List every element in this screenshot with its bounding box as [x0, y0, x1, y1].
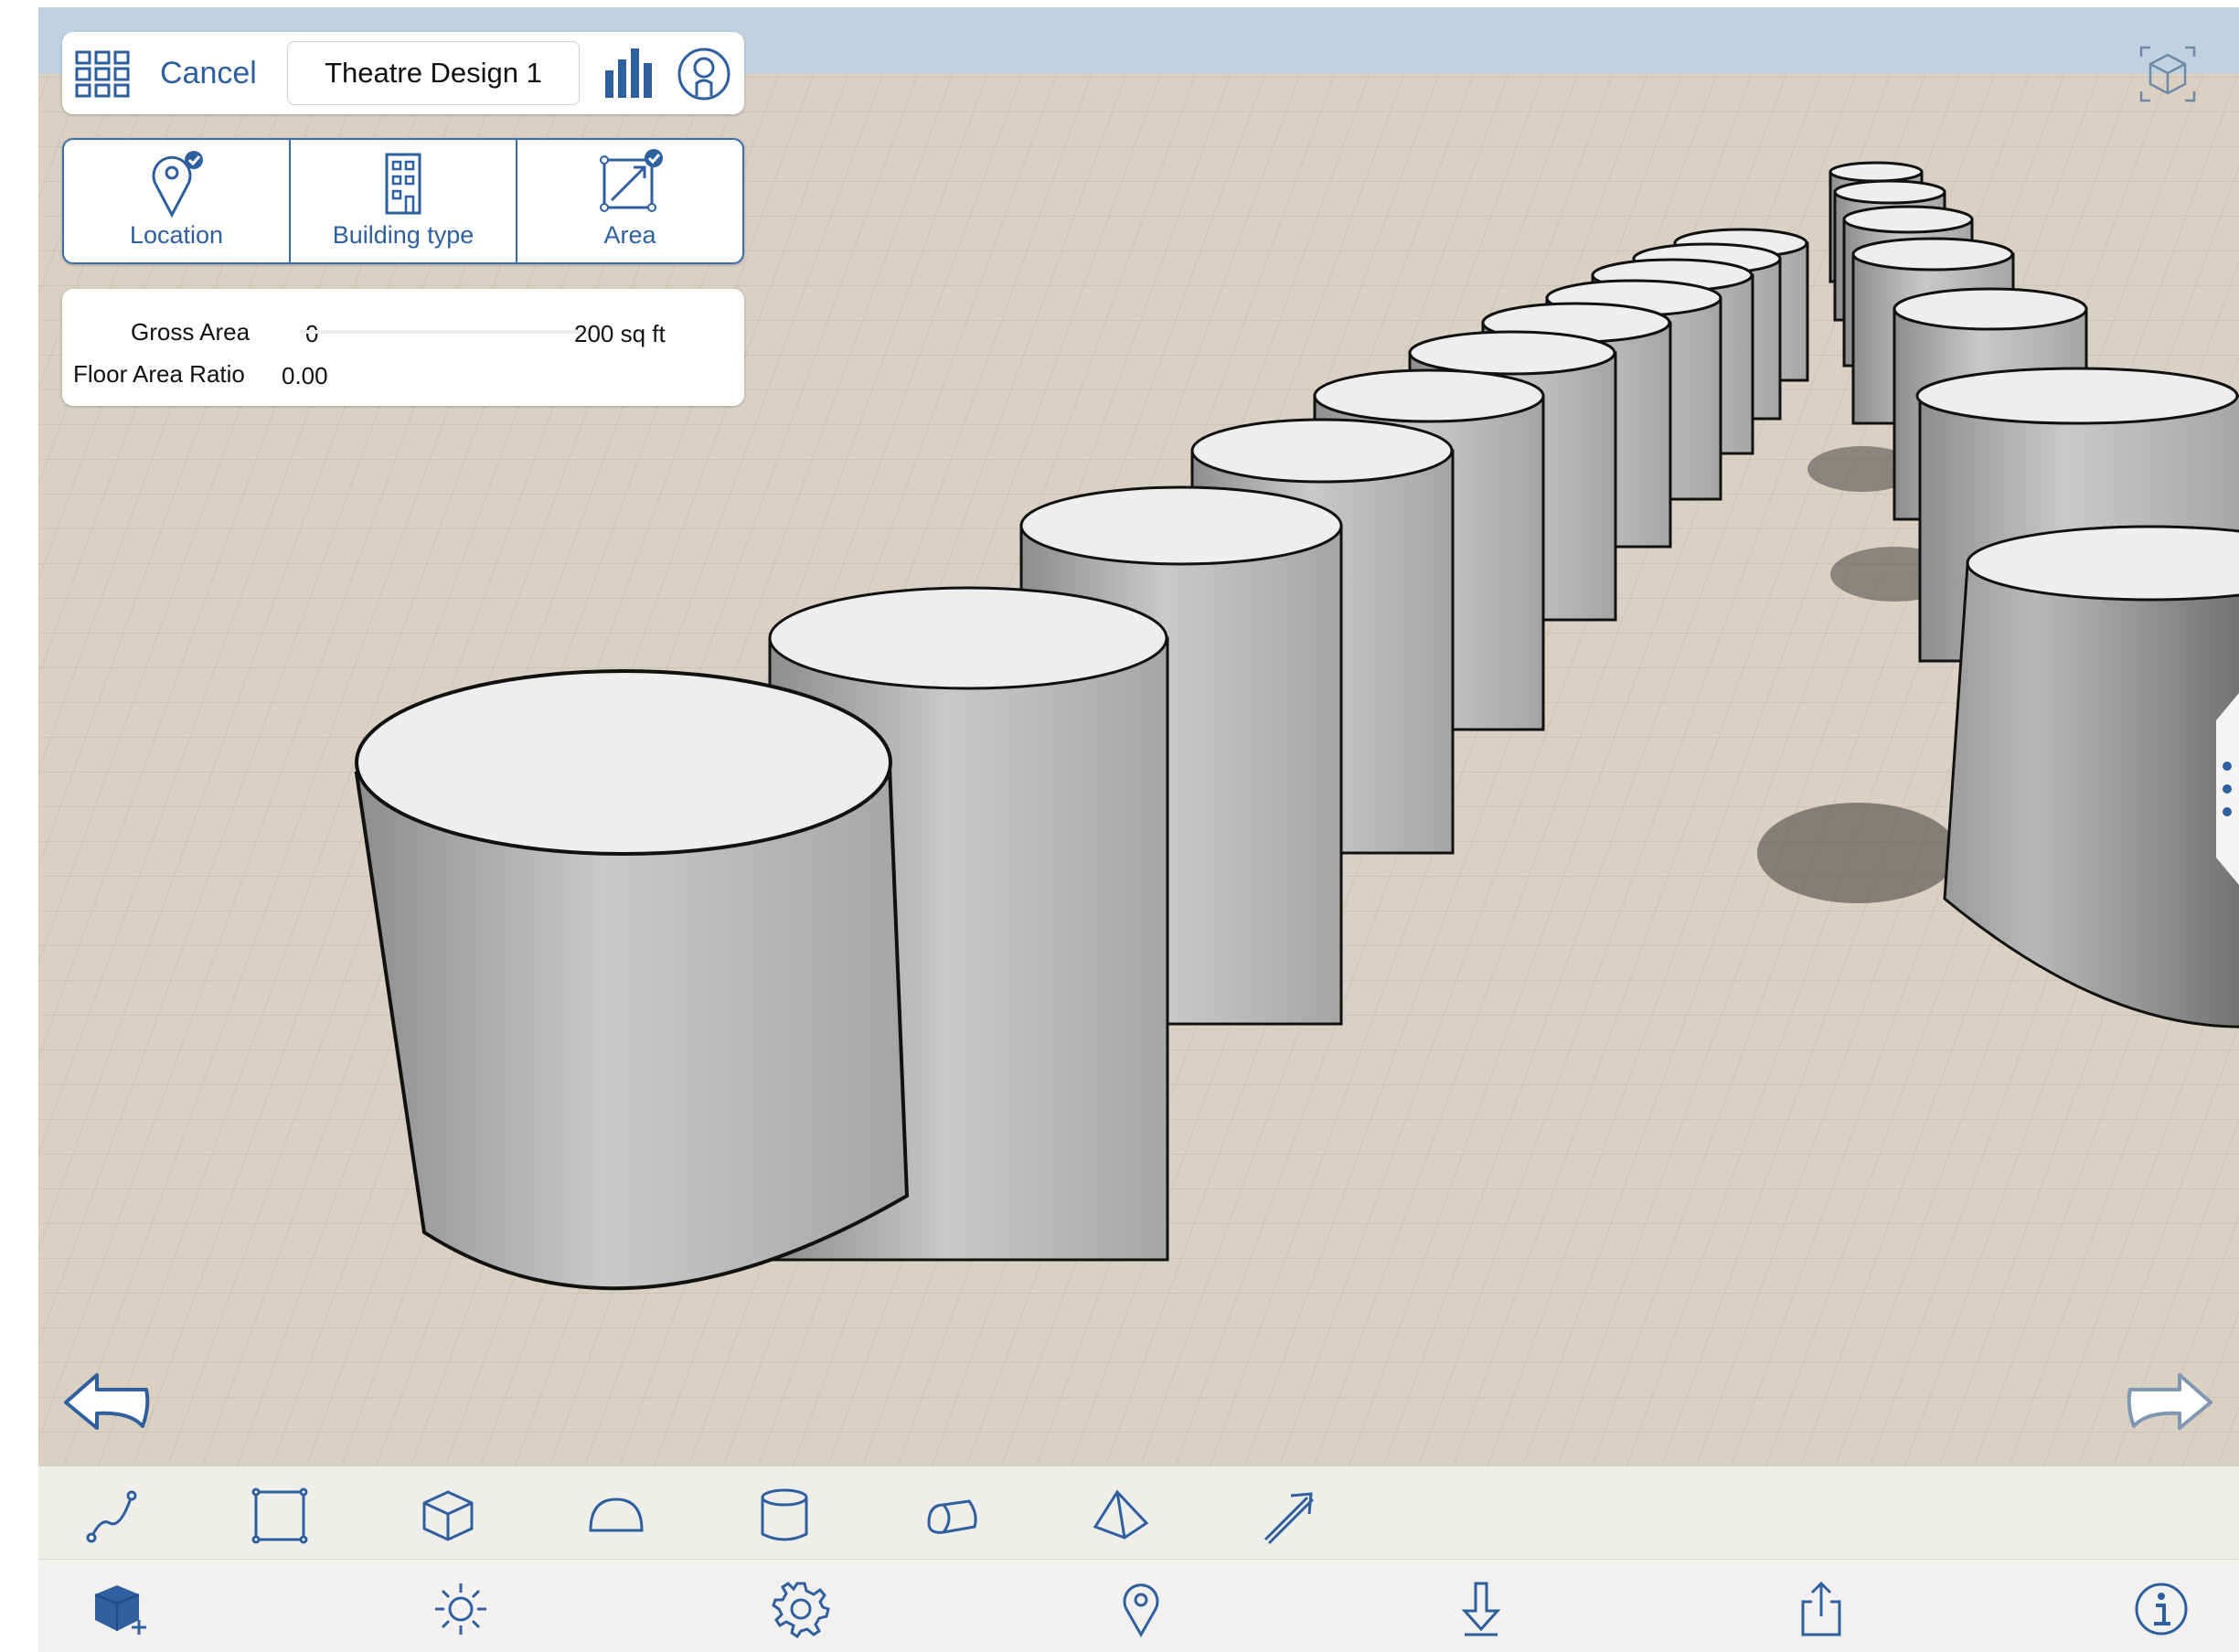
view-cube-icon	[2139, 46, 2196, 102]
arrow-tool-icon	[1263, 1492, 1315, 1545]
tab-building-type-label: Building type	[332, 221, 474, 249]
bar-chart-icon	[605, 48, 652, 98]
gross-area-value: 0	[305, 320, 319, 347]
user-profile-icon	[677, 48, 730, 101]
drawing-toolbar	[38, 1465, 2239, 1560]
undo-arrow-icon	[64, 1373, 150, 1430]
grid-icon	[75, 50, 130, 98]
area-icon	[600, 149, 663, 212]
tab-area[interactable]: Area	[517, 140, 742, 262]
half-cylinder-tool[interactable]	[923, 1487, 982, 1545]
freehand-line-tool[interactable]	[82, 1487, 141, 1545]
download-button[interactable]	[1452, 1580, 1510, 1638]
cylinder-icon	[761, 1488, 808, 1541]
tab-location[interactable]: Location	[64, 140, 291, 262]
sun-lighting-icon	[435, 1583, 486, 1635]
profile-button[interactable]	[677, 47, 731, 101]
cancel-button[interactable]: Cancel	[160, 56, 257, 91]
design-title-field[interactable]: Theatre Design 1	[287, 41, 580, 105]
download-icon	[1461, 1582, 1501, 1636]
location-pin-icon	[152, 151, 203, 218]
pyramid-tool[interactable]	[1092, 1487, 1150, 1545]
location-marker-icon	[1123, 1583, 1159, 1638]
arrow-tool[interactable]	[1260, 1487, 1318, 1545]
share-button[interactable]	[1792, 1580, 1850, 1638]
more-vertical-icon	[2216, 693, 2239, 885]
view-cube-button[interactable]	[2138, 44, 2198, 109]
redo-arrow-icon	[2127, 1373, 2212, 1430]
setup-tabs: Location Building type Area	[62, 138, 744, 264]
gross-area-label: Gross Area	[131, 318, 251, 346]
add-object-icon	[94, 1585, 146, 1635]
gross-area-max: 200 sq ft	[574, 320, 666, 347]
info-icon	[2135, 1583, 2188, 1636]
add-object-button[interactable]	[91, 1580, 150, 1638]
dome-icon	[589, 1497, 644, 1532]
undo-button[interactable]	[62, 1370, 154, 1438]
rectangle-icon	[251, 1487, 308, 1544]
statistics-button[interactable]	[602, 47, 658, 100]
tab-building-type[interactable]: Building type	[291, 140, 517, 262]
app-window: Cancel Theatre Design 1 Location Buildin…	[38, 7, 2239, 1652]
building-icon	[385, 153, 421, 215]
pyramid-icon	[1093, 1489, 1149, 1540]
apps-grid-button[interactable]	[75, 50, 130, 98]
side-panel-handle[interactable]	[2189, 693, 2239, 885]
redo-button[interactable]	[2123, 1370, 2214, 1438]
design-title-bar: Cancel Theatre Design 1	[62, 32, 744, 114]
tab-location-label: Location	[129, 221, 224, 249]
cylinder-tool[interactable]	[755, 1487, 814, 1545]
rectangle-tool[interactable]	[251, 1487, 309, 1545]
half-cylinder-icon	[927, 1499, 977, 1534]
dome-tool[interactable]	[587, 1487, 645, 1545]
settings-gear-icon	[772, 1582, 830, 1639]
box-icon	[422, 1490, 474, 1541]
freehand-line-icon	[86, 1490, 137, 1543]
lighting-button[interactable]	[432, 1580, 490, 1638]
info-button[interactable]	[2132, 1580, 2191, 1638]
tab-area-label: Area	[603, 221, 656, 249]
settings-button[interactable]	[772, 1580, 830, 1639]
far-label: Floor Area Ratio	[73, 360, 245, 388]
main-toolbar	[38, 1559, 2239, 1652]
far-value: 0.00	[282, 362, 328, 389]
area-stats-panel: Gross Area 0 200 sq ft Floor Area Ratio …	[62, 289, 744, 406]
box-tool[interactable]	[419, 1487, 477, 1545]
design-title: Theatre Design 1	[325, 57, 542, 89]
location-button[interactable]	[1112, 1580, 1170, 1638]
gross-area-slider[interactable]	[300, 330, 592, 334]
share-icon	[1801, 1581, 1841, 1636]
